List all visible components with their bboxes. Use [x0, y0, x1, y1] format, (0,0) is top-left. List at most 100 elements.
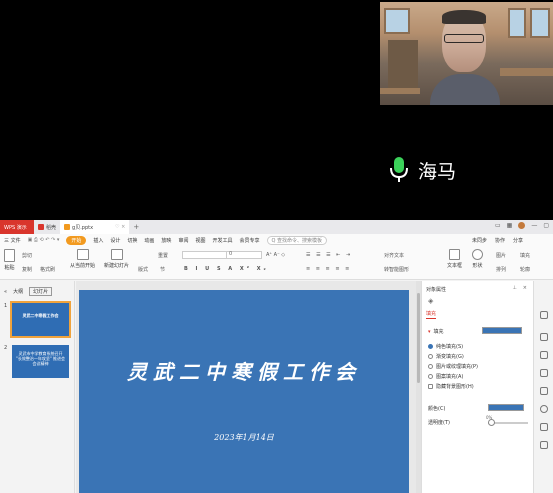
quick-access-icons[interactable]: ▣ ⎙ ⟲ ↶ ↷ ▾	[28, 237, 60, 243]
section-button[interactable]: 节	[160, 266, 165, 273]
align-text-button[interactable]: 对齐文本	[384, 252, 404, 259]
menu-start[interactable]: 开始	[66, 235, 87, 245]
tab-outline[interactable]: 大纲	[13, 288, 23, 295]
list-buttons[interactable]: ☰ ☰ ☰ ⇤ ⇥	[306, 252, 352, 258]
option-hide-background[interactable]: 隐藏背景图形(H)	[428, 383, 474, 390]
option-gradient-fill[interactable]: 渐变填充(G)	[428, 353, 464, 360]
docer-icon	[38, 224, 44, 230]
checkbox-hide-background[interactable]	[428, 384, 433, 389]
radio-picture[interactable]	[428, 364, 433, 369]
collab-button[interactable]: 协作	[495, 237, 505, 244]
radio-gradient[interactable]	[428, 354, 433, 359]
new-slide-icon	[110, 249, 123, 260]
search-input[interactable]: Q 查找命令、搜索模板	[266, 235, 328, 245]
start-from-current-button[interactable]: 从当前开始	[70, 249, 95, 269]
side-toolbar	[533, 281, 553, 493]
settings-icon[interactable]	[540, 423, 548, 431]
font-size-select[interactable]: 0	[226, 251, 262, 259]
close-icon[interactable]: ×	[523, 285, 527, 291]
new-slide-button[interactable]: 新建幻灯片	[104, 249, 129, 269]
tab-presentation[interactable]: g贝.pptx ♡ ×	[60, 220, 130, 234]
fill-bucket-icon: ◈	[428, 297, 434, 305]
layout-icon[interactable]: ▭	[495, 222, 501, 229]
location-icon[interactable]	[540, 405, 548, 413]
close-tab-icon[interactable]: ♡ ×	[115, 224, 125, 230]
arrange-button[interactable]: 排列	[496, 266, 506, 273]
smartart-button[interactable]: 转智能图形	[384, 266, 409, 273]
animation-icon[interactable]	[540, 351, 548, 359]
collapse-icon[interactable]: «	[4, 289, 7, 295]
outline-button[interactable]: 轮廓	[520, 266, 530, 273]
font-size-adjust[interactable]: A⁺ A⁻ ◇	[266, 252, 285, 258]
tab-slides[interactable]: 幻灯片	[29, 287, 53, 296]
menu-review[interactable]: 审阅	[178, 237, 188, 244]
copy-button[interactable]: 复制	[22, 266, 32, 273]
panel-title: 对象属性	[426, 287, 447, 293]
option-pattern-fill[interactable]: 图案填充(A)	[428, 373, 463, 380]
folder-icon[interactable]	[540, 369, 548, 377]
tab-fill[interactable]: 填充	[426, 310, 437, 319]
menu-member[interactable]: 会员专享	[239, 237, 259, 244]
paste-icon	[4, 249, 15, 262]
slide-canvas: 灵武二中寒假工作会 2023年1月14日	[76, 281, 416, 493]
shape-button[interactable]: 形状	[472, 249, 483, 269]
sync-status[interactable]: 未同步	[472, 237, 487, 244]
paste-button[interactable]: 粘贴	[4, 249, 15, 271]
properties-icon[interactable]	[540, 311, 548, 319]
style-icon[interactable]	[540, 333, 548, 341]
participant	[430, 8, 500, 105]
slide-panel: « 大纲 幻灯片 1 灵武二中寒假工作会 2 灵武市中学教育系统召开 "长效整治…	[0, 281, 75, 493]
tab-docer[interactable]: 稻壳	[34, 220, 60, 234]
classroom-window	[508, 8, 526, 38]
menu-insert[interactable]: 插入	[93, 237, 103, 244]
align-buttons[interactable]: ≡ ≡ ≡ ≡ ≡	[306, 266, 351, 272]
option-solid-fill[interactable]: 纯色填充(S)	[428, 343, 463, 350]
slide-title[interactable]: 灵武二中寒假工作会	[79, 356, 409, 385]
color-picker[interactable]	[488, 404, 524, 411]
caller-name: 海马	[418, 160, 457, 183]
menu-view[interactable]: 视图	[195, 237, 205, 244]
grid-icon[interactable]: ▦	[507, 222, 513, 229]
option-picture-fill[interactable]: 图片或纹理填充(P)	[428, 363, 478, 370]
desk	[380, 88, 420, 94]
textbox-button[interactable]: 文本框	[447, 249, 462, 269]
more-icon[interactable]	[540, 289, 548, 297]
font-style-buttons[interactable]: B I U S A X² X₂	[184, 266, 269, 272]
fill-color-picker[interactable]	[482, 327, 522, 334]
menu-animation[interactable]: 动画	[144, 237, 154, 244]
cut-button[interactable]: 剪切	[22, 252, 32, 259]
radio-pattern[interactable]	[428, 374, 433, 379]
chevron-down-icon[interactable]: ▾	[428, 329, 431, 335]
pin-icon[interactable]: ⊥	[512, 285, 516, 291]
help-icon[interactable]	[540, 441, 548, 449]
tab-wps-home[interactable]: WPS 演示	[0, 220, 34, 234]
menu-developer[interactable]: 开发工具	[212, 237, 232, 244]
fill-button[interactable]: 填充	[520, 252, 530, 259]
classroom-window	[384, 8, 410, 34]
menu-design[interactable]: 设计	[110, 237, 120, 244]
minimize-icon[interactable]: —	[531, 222, 537, 229]
color-label: 颜色(C)	[428, 406, 446, 412]
share-button[interactable]: 分享	[513, 237, 523, 244]
slide-thumbnail[interactable]: 灵武二中寒假工作会	[10, 301, 71, 338]
reset-button[interactable]: 重置	[158, 252, 168, 259]
format-painter-button[interactable]: 格式刷	[40, 266, 55, 273]
slide-date[interactable]: 2023年1月14日	[79, 432, 409, 443]
microphone-icon	[390, 157, 408, 182]
avatar[interactable]	[518, 222, 526, 229]
layout-button[interactable]: 版式	[138, 266, 148, 273]
menu-file[interactable]: 三 文件	[4, 237, 21, 244]
maximize-icon[interactable]: ▢	[543, 222, 549, 229]
shape-icon	[472, 249, 483, 260]
new-tab-button[interactable]: +	[129, 223, 143, 231]
menu-slideshow[interactable]: 放映	[161, 237, 171, 244]
slide-thumbnail[interactable]: 灵武市中学教育系统召开 "长效整治一年攻坚" 推进会 会议精神	[12, 345, 69, 378]
picture-button[interactable]: 图片	[496, 252, 506, 259]
wps-window: WPS 演示 稻壳 g贝.pptx ♡ × + ▭ ▦ — ▢ 三 文件 ▣ ⎙…	[0, 220, 553, 493]
radio-solid[interactable]	[428, 344, 433, 349]
slider-knob[interactable]	[488, 419, 495, 426]
current-slide[interactable]: 灵武二中寒假工作会 2023年1月14日	[79, 290, 409, 493]
menu-transition[interactable]: 切换	[127, 237, 137, 244]
transparency-slider[interactable]	[488, 419, 528, 426]
image-icon[interactable]	[540, 387, 548, 395]
